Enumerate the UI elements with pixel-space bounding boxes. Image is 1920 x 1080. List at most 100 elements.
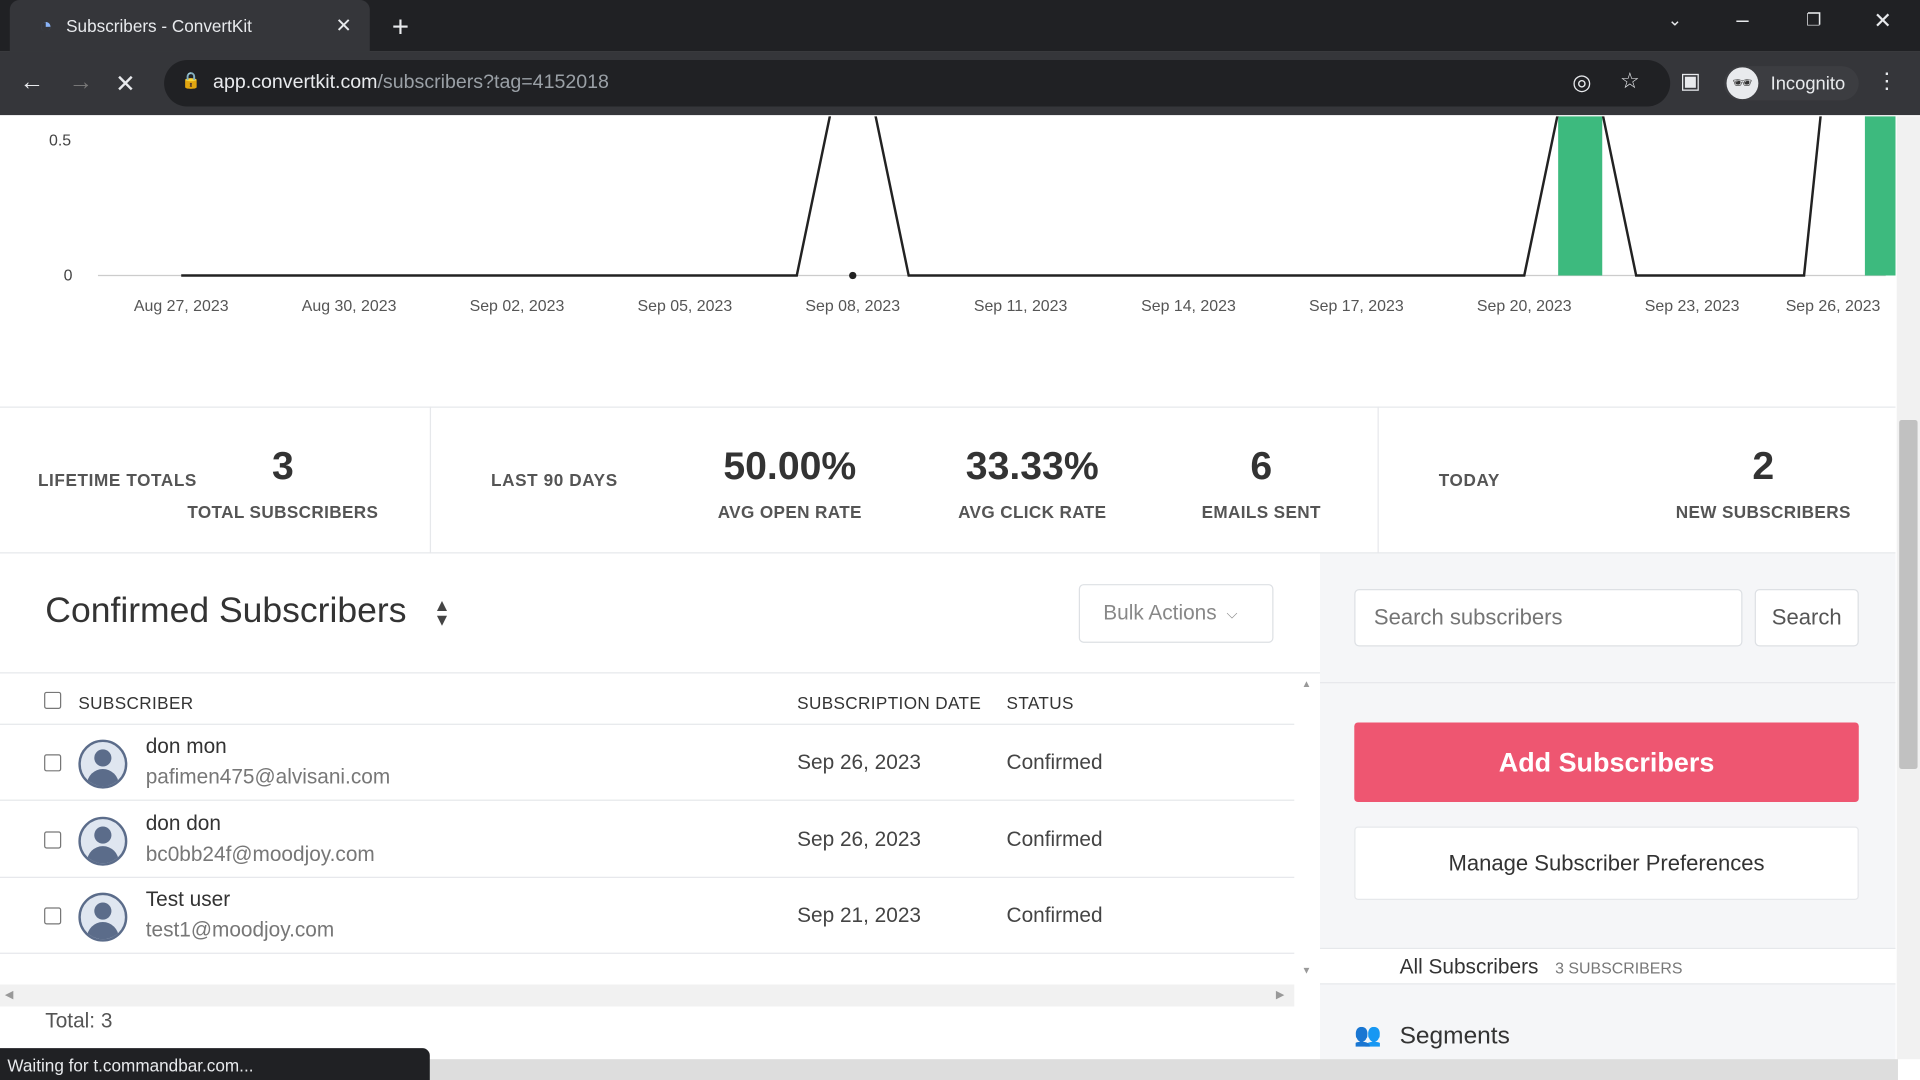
table-row[interactable]: don mon pafimen475@alvisani.com Sep 26, … — [0, 725, 1295, 801]
x-tick: Sep 20, 2023 — [1476, 296, 1572, 315]
row-checkbox[interactable] — [44, 754, 62, 772]
star-icon[interactable]: ☆ — [1620, 69, 1640, 95]
subscriber-status: Confirmed — [1006, 827, 1103, 851]
horizontal-scrollbar[interactable]: ◀ ▶ — [0, 984, 1295, 1007]
table-row[interactable]: Test user test1@moodjoy.com Sep 21, 2023… — [0, 878, 1295, 954]
new-subscribers-value: 2 — [1752, 443, 1775, 488]
close-window-icon[interactable]: ✕ — [1873, 9, 1891, 35]
incognito-icon: 🕶 — [1726, 67, 1759, 100]
click-rate-label: AVG CLICK RATE — [958, 502, 1107, 522]
total-subscribers-label: TOTAL SUBSCRIBERS — [187, 502, 379, 522]
subscriber-email: pafimen475@alvisani.com — [145, 765, 391, 789]
incognito-profile[interactable]: 🕶 Incognito — [1724, 66, 1859, 101]
open-rate-label: AVG OPEN RATE — [717, 502, 862, 522]
add-subscribers-button[interactable]: Add Subscribers — [1354, 722, 1859, 803]
search-button[interactable]: Search — [1754, 588, 1859, 647]
url-path: /subscribers?tag=4152018 — [377, 72, 609, 94]
page-scrollbar[interactable] — [1896, 116, 1920, 1060]
scroll-thumb[interactable] — [1899, 420, 1918, 769]
all-subscribers-item[interactable]: All Subscribers 3 SUBSCRIBERS — [1320, 947, 1896, 985]
avatar — [78, 739, 128, 789]
last90-label: LAST 90 DAYS — [491, 470, 618, 490]
tab-search-icon[interactable]: ⌄ — [1668, 10, 1682, 31]
all-subscribers-count: 3 SUBSCRIBERS — [1555, 958, 1683, 978]
chevron-down-icon: ⌵ — [1226, 604, 1238, 622]
new-tab-icon[interactable]: + — [392, 11, 409, 45]
browser-tab[interactable]: ◔ Subscribers - ConvertKit ✕ — [9, 0, 370, 52]
x-tick: Sep 05, 2023 — [637, 296, 733, 315]
convertkit-favicon-icon: ◔ — [39, 13, 53, 38]
vertical-scrollbar[interactable]: ▲ ▼ — [1295, 675, 1318, 983]
forward-icon[interactable]: → — [69, 69, 93, 97]
divider — [1320, 682, 1896, 684]
bulk-actions-label: Bulk Actions — [1103, 601, 1217, 625]
avatar — [78, 816, 128, 866]
stop-icon[interactable]: ✕ — [115, 69, 136, 100]
x-tick: Sep 23, 2023 — [1644, 296, 1740, 315]
profile-label: Incognito — [1770, 72, 1846, 94]
subscriber-status: Confirmed — [1006, 903, 1103, 927]
x-tick: Aug 30, 2023 — [301, 296, 397, 315]
avatar — [78, 892, 128, 942]
segments-icon: 👥 — [1354, 1022, 1382, 1047]
segments-heading[interactable]: Segments — [1400, 1022, 1510, 1050]
back-icon[interactable]: ← — [20, 69, 44, 97]
subscriber-name[interactable]: don mon — [146, 735, 227, 759]
all-subscribers-label: All Subscribers — [1399, 955, 1539, 979]
subscription-date: Sep 26, 2023 — [797, 827, 922, 851]
minimize-icon[interactable]: – — [1736, 7, 1748, 33]
chart-bar — [1558, 116, 1603, 276]
url-host: app.convertkit.com — [213, 72, 378, 94]
row-checkbox[interactable] — [44, 907, 62, 925]
x-tick: Sep 17, 2023 — [1308, 296, 1404, 315]
column-subscription-date[interactable]: SUBSCRIPTION DATE — [797, 693, 981, 713]
select-all-checkbox[interactable] — [44, 691, 62, 709]
emails-sent-value: 6 — [1250, 443, 1273, 488]
total-subscribers-value: 3 — [271, 443, 294, 488]
column-status[interactable]: STATUS — [1007, 693, 1074, 713]
subscriber-status: Confirmed — [1006, 750, 1103, 774]
row-checkbox[interactable] — [44, 830, 62, 848]
page-horizontal-scrollbar[interactable] — [428, 1059, 1898, 1080]
subscription-date: Sep 26, 2023 — [797, 750, 922, 774]
divider — [429, 406, 432, 554]
sort-icon[interactable]: ▲ ▼ — [433, 596, 450, 628]
subscriber-email: test1@moodjoy.com — [145, 918, 335, 942]
x-tick: Sep 08, 2023 — [805, 296, 901, 315]
table-row[interactable]: don don bc0bb24f@moodjoy.com Sep 26, 202… — [0, 801, 1295, 878]
eye-off-icon[interactable]: ◎ — [1572, 70, 1591, 96]
subscription-date: Sep 21, 2023 — [797, 903, 922, 927]
x-tick: Sep 02, 2023 — [469, 296, 565, 315]
column-subscriber[interactable]: SUBSCRIBER — [78, 693, 193, 713]
status-bubble: Waiting for t.commandbar.com... — [0, 1048, 430, 1080]
x-tick: Sep 14, 2023 — [1141, 296, 1236, 315]
manage-preferences-button[interactable]: Manage Subscriber Preferences — [1354, 826, 1859, 901]
subscriber-name[interactable]: don don — [146, 811, 221, 835]
bulk-actions-dropdown[interactable]: Bulk Actions ⌵ — [1078, 584, 1274, 643]
close-tab-icon[interactable]: ✕ — [336, 13, 352, 37]
y-tick: 0.5 — [48, 131, 72, 150]
open-rate-value: 50.00% — [723, 443, 857, 488]
x-tick: Aug 27, 2023 — [133, 296, 229, 315]
divider — [1377, 406, 1379, 554]
subscriber-name[interactable]: Test user — [146, 888, 230, 912]
emails-sent-label: EMAILS SENT — [1201, 502, 1321, 522]
restore-icon[interactable]: ❐ — [1806, 10, 1821, 31]
lock-icon: 🔒 — [181, 71, 202, 90]
side-panel-icon[interactable]: ▣ — [1680, 69, 1701, 95]
subscriber-email: bc0bb24f@moodjoy.com — [145, 841, 375, 866]
chart-bar — [1864, 116, 1896, 276]
chart-point — [849, 271, 857, 280]
table-header — [0, 673, 1295, 725]
menu-icon[interactable]: ⋮ — [1876, 69, 1898, 95]
subscriber-chart — [97, 116, 1896, 280]
today-label: TODAY — [1438, 470, 1500, 490]
lifetime-label: LIFETIME TOTALS — [37, 470, 197, 490]
x-tick: Sep 11, 2023 — [973, 296, 1068, 315]
total-count: Total: 3 — [45, 1008, 113, 1033]
address-bar[interactable]: 🔒 app.convertkit.com/subscribers?tag=4152… — [164, 60, 1671, 107]
new-subscribers-label: NEW SUBSCRIBERS — [1675, 502, 1851, 522]
click-rate-value: 33.33% — [965, 443, 1099, 488]
tab-title: Subscribers - ConvertKit — [66, 15, 252, 36]
search-input[interactable] — [1354, 588, 1743, 647]
